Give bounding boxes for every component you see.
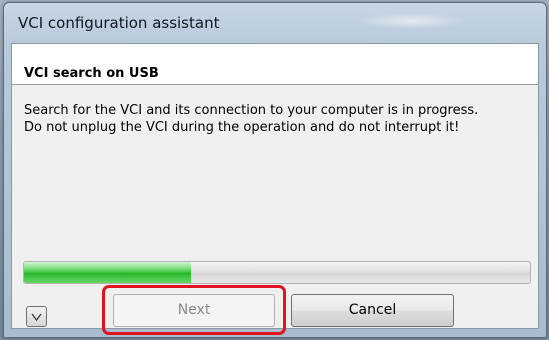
window-title: VCI configuration assistant xyxy=(18,14,220,32)
progress-bar-fill xyxy=(24,262,191,283)
page-title: VCI search on USB xyxy=(24,66,159,81)
details-toggle-button[interactable] xyxy=(26,306,47,327)
chevron-down-icon xyxy=(31,313,42,322)
cancel-button[interactable]: Cancel xyxy=(291,294,454,327)
status-message-line-1: Search for the VCI and its connection to… xyxy=(24,103,479,118)
status-message-line-2: Do not unplug the VCI during the operati… xyxy=(24,120,460,135)
status-message: Search for the VCI and its connection to… xyxy=(24,102,534,136)
title-bar[interactable]: VCI configuration assistant xyxy=(4,3,546,43)
wizard-header: VCI search on USB xyxy=(12,44,538,85)
dialog-window: VCI configuration assistant VCI search o… xyxy=(3,2,547,338)
dialog-client-area: VCI search on USB Search for the VCI and… xyxy=(11,43,539,335)
title-bar-glare xyxy=(356,13,466,29)
progress-bar xyxy=(23,261,531,284)
highlight-annotation xyxy=(102,285,286,335)
